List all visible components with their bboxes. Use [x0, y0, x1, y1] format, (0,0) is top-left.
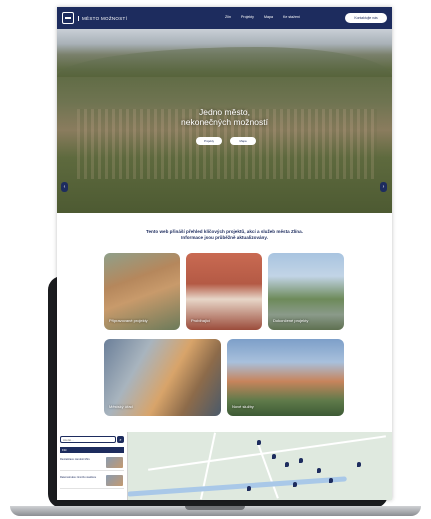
tile-label: Nové služby	[232, 404, 254, 409]
list-item[interactable]: Rekonstrukce zimního stadionu	[60, 474, 124, 489]
map-pin-icon[interactable]	[293, 482, 297, 487]
list-item-thumbnail	[106, 457, 123, 468]
tile-label: Probíhající	[191, 318, 211, 323]
map-sidebar: Hledat… ⌕ Filtr Revitalizace náměstí Mír…	[57, 432, 128, 500]
logo-icon	[62, 12, 74, 24]
hero-title-line1: Jedno město,	[198, 107, 251, 117]
list-item-title: Rekonstrukce zimního stadionu	[60, 476, 97, 479]
contact-button[interactable]: Kontaktujte nás	[345, 13, 387, 23]
hero-buttons: Projekty Mapa	[196, 137, 256, 145]
list-item-title: Revitalizace náměstí Míru	[60, 458, 90, 461]
chevron-left-icon[interactable]: ‹	[61, 182, 68, 192]
hero-projects-button[interactable]: Projekty	[196, 137, 222, 145]
nav-item-zlin[interactable]: Zlín	[225, 15, 231, 19]
map-pin-icon[interactable]	[272, 454, 276, 459]
map-pin-icon[interactable]	[299, 458, 303, 463]
tile-planned-projects[interactable]: Připravované projekty	[104, 253, 180, 330]
map-pin-icon[interactable]	[247, 486, 251, 491]
navbar: MĚSTO MOŽNOSTÍ Zlín Projekty Mapa Ke sta…	[57, 7, 392, 29]
search-icon[interactable]: ⌕	[117, 436, 124, 443]
hero-title: Jedno město, nekonečných možností	[57, 107, 392, 127]
map-pin-icon[interactable]	[329, 478, 333, 483]
map-search-input[interactable]: Hledat…	[60, 436, 116, 443]
chevron-right-icon[interactable]: ›	[380, 182, 387, 192]
hero-map-button[interactable]: Mapa	[230, 137, 256, 145]
nav-item-ke-stazeni[interactable]: Ke stažení	[283, 15, 300, 19]
logo[interactable]: MĚSTO MOŽNOSTÍ	[62, 12, 127, 24]
map-pin-icon[interactable]	[317, 468, 321, 473]
tile-ongoing[interactable]: Probíhající	[186, 253, 262, 330]
list-item-thumbnail	[106, 475, 123, 486]
tile-city-office[interactable]: Městský úřad	[104, 339, 221, 416]
nav-item-mapa[interactable]: Mapa	[264, 15, 273, 19]
nav-menu: Zlín Projekty Mapa Ke stažení	[225, 15, 300, 19]
intro-line2: Informace jsou průběžně aktualizovány.	[181, 235, 268, 240]
tile-completed-projects[interactable]: Dokončené projekty	[268, 253, 344, 330]
tile-label: Městský úřad	[109, 404, 133, 409]
tile-label: Dokončené projekty	[273, 318, 309, 323]
hero-hills-image	[57, 47, 392, 77]
website-screen: MĚSTO MOŽNOSTÍ Zlín Projekty Mapa Ke sta…	[57, 7, 392, 500]
hero-banner: Jedno město, nekonečných možností Projek…	[57, 29, 392, 213]
tile-new-services[interactable]: Nové služby	[227, 339, 344, 416]
map-pin-icon[interactable]	[285, 462, 289, 467]
hero-title-line2: nekonečných možností	[181, 117, 268, 127]
map-filter-bar[interactable]: Filtr	[60, 447, 124, 453]
tile-label: Připravované projekty	[109, 318, 148, 323]
laptop-notch	[185, 506, 245, 510]
logo-text: MĚSTO MOŽNOSTÍ	[78, 15, 127, 21]
project-map[interactable]: Hledat… ⌕ Filtr Revitalizace náměstí Mír…	[57, 432, 392, 500]
map-pin-icon[interactable]	[357, 462, 361, 467]
map-pin-icon[interactable]	[257, 440, 261, 445]
nav-item-projekty[interactable]: Projekty	[241, 15, 254, 19]
map-river	[127, 476, 347, 497]
list-item[interactable]: Revitalizace náměstí Míru	[60, 456, 124, 471]
intro-text: Tento web přináší přehled klíčových proj…	[57, 229, 392, 241]
